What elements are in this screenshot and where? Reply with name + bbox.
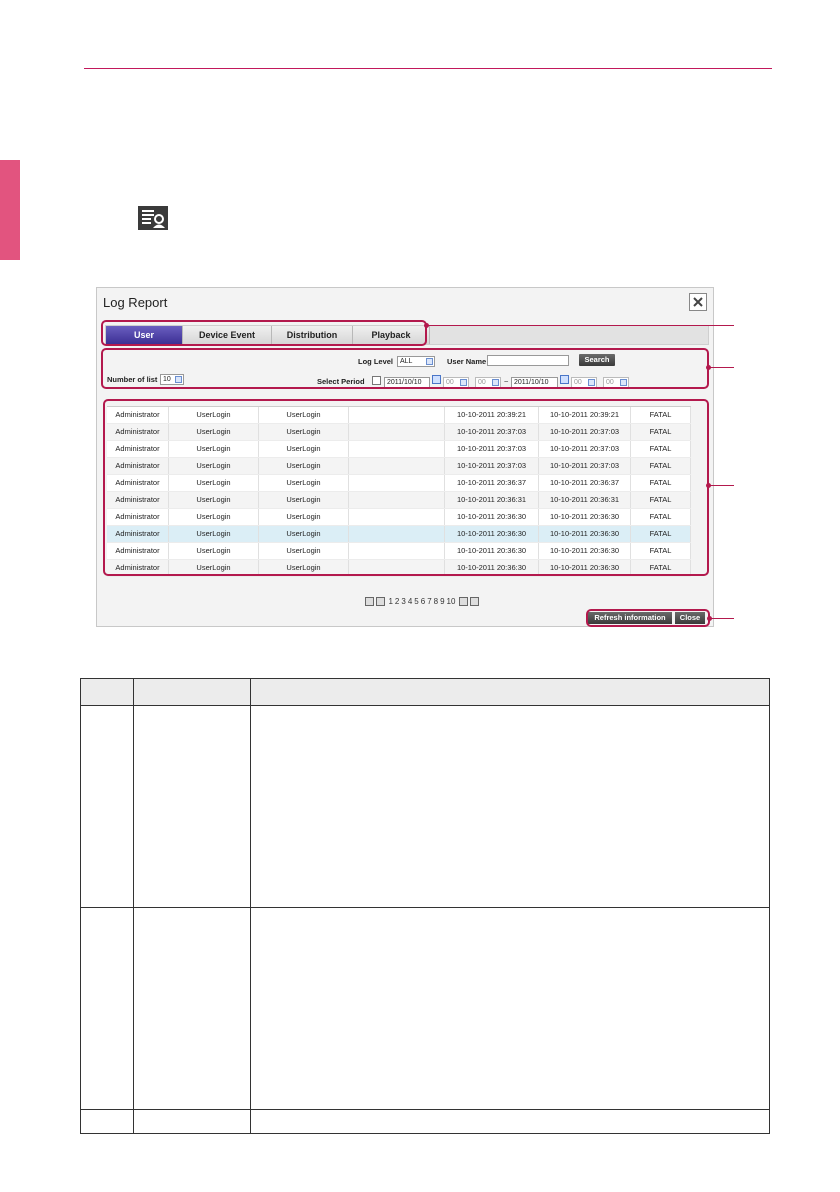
description-row <box>80 705 770 908</box>
description-cell <box>133 1109 251 1134</box>
callout-dot <box>707 616 712 621</box>
description-cell <box>80 705 134 908</box>
dialog-close-button[interactable] <box>689 293 707 311</box>
callout-leader <box>710 618 734 619</box>
prev-page-icon[interactable] <box>376 597 386 607</box>
callout-dot <box>424 323 429 328</box>
page-number[interactable]: 10 <box>447 597 456 606</box>
first-page-icon[interactable] <box>365 597 374 607</box>
description-header-row <box>80 678 770 706</box>
callout-leader <box>709 367 734 368</box>
dialog-title: Log Report <box>103 295 168 310</box>
page-number[interactable]: 8 <box>434 597 438 606</box>
page-number[interactable]: 2 <box>395 597 399 606</box>
description-cell <box>250 705 770 908</box>
page-list: 1 2 3 4 5 6 7 8 9 10 <box>387 597 456 606</box>
header-cell <box>80 678 134 706</box>
callout-filter <box>101 348 709 389</box>
description-table <box>80 678 770 1134</box>
pagination: 1 2 3 4 5 6 7 8 9 10 <box>365 597 479 607</box>
callout-leader <box>427 325 734 326</box>
next-page-icon[interactable] <box>458 597 468 607</box>
description-cell <box>80 907 134 1110</box>
callout-buttons <box>586 609 710 627</box>
page-number[interactable]: 6 <box>421 597 425 606</box>
callout-tabs <box>101 320 427 346</box>
page-number[interactable]: 3 <box>401 597 405 606</box>
callout-dot <box>706 365 711 370</box>
page-number[interactable]: 9 <box>440 597 444 606</box>
description-row <box>80 1109 770 1134</box>
callout-dot <box>706 483 711 488</box>
chapter-tab <box>0 160 20 260</box>
description-cell <box>133 705 251 908</box>
page-number[interactable]: 4 <box>408 597 412 606</box>
callout-leader <box>709 485 734 486</box>
callout-table <box>103 399 709 576</box>
description-cell <box>250 907 770 1110</box>
page-number[interactable]: 7 <box>427 597 431 606</box>
header-rule <box>84 68 772 69</box>
description-row <box>80 907 770 1110</box>
header-cell <box>133 678 251 706</box>
page-number[interactable]: 1 <box>388 597 392 606</box>
description-cell <box>250 1109 770 1134</box>
last-page-icon[interactable] <box>469 597 479 607</box>
description-cell <box>80 1109 134 1134</box>
header-cell <box>250 678 770 706</box>
page-number[interactable]: 5 <box>414 597 418 606</box>
description-cell <box>133 907 251 1110</box>
log-report-icon <box>138 206 168 230</box>
close-icon <box>693 297 703 307</box>
